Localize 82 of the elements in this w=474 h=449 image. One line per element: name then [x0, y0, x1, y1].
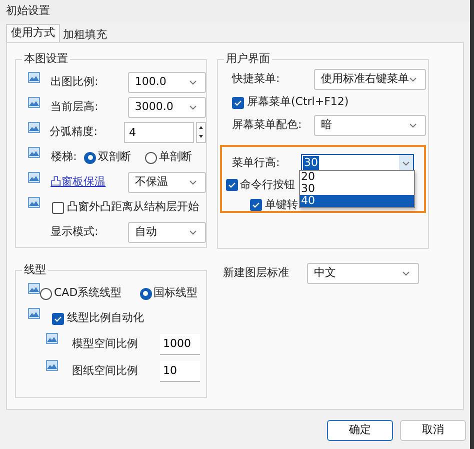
tab[interactable]: 使用方式	[6, 24, 60, 42]
dropdown-value: 100.0	[134, 74, 166, 90]
chevron-down-icon	[189, 105, 197, 110]
dropdown[interactable]: 不保温	[128, 172, 206, 193]
field-label: 显示模式:	[50, 224, 100, 240]
field-label: 单键转	[265, 196, 298, 213]
dropdown-value: 自动	[134, 224, 157, 240]
dialog-button[interactable]: 取消	[400, 420, 466, 441]
field-label: 快捷菜单:	[232, 71, 281, 88]
field-label: 双剖断	[98, 149, 131, 166]
dropdown[interactable]: 自动	[128, 222, 206, 243]
chevron-down-icon	[409, 77, 417, 82]
radio-button[interactable]	[40, 288, 52, 300]
list-option[interactable]: 30	[300, 183, 414, 195]
field-label: 单剖断	[159, 149, 192, 166]
check-icon	[54, 316, 62, 322]
checkbox[interactable]	[52, 312, 64, 324]
image-icon	[28, 147, 40, 158]
field-label: 出图比例:	[50, 74, 100, 90]
number-field[interactable]: 4	[124, 122, 194, 143]
checkbox[interactable]	[52, 202, 64, 214]
check-icon	[252, 202, 260, 208]
radio-button[interactable]	[145, 152, 157, 164]
list-option[interactable]: 40	[300, 195, 414, 207]
chevron-down-icon	[402, 271, 410, 276]
field-label: 国标线型	[154, 285, 198, 302]
dropdown-value: 不保温	[134, 174, 168, 190]
image-icon	[28, 308, 40, 319]
spin-buttons[interactable]	[196, 122, 206, 143]
check-icon	[234, 100, 242, 106]
radio-button[interactable]	[140, 288, 152, 300]
group-title: 线型	[22, 263, 48, 277]
field-label: 命令行按钮	[240, 176, 295, 193]
window-title: 初始设置	[6, 2, 50, 19]
chevron-down-icon	[402, 160, 410, 166]
dropdown[interactable]: 3000.0	[128, 97, 206, 118]
checkbox[interactable]	[232, 96, 244, 108]
checkbox[interactable]	[226, 179, 238, 191]
dropdown-value: 使用标准右键菜单	[321, 71, 409, 88]
dropdown[interactable]: 中文	[307, 263, 419, 284]
list-option[interactable]: 20	[300, 171, 414, 183]
field-label: 模型空间比例	[72, 336, 139, 352]
chevron-down-icon	[189, 230, 197, 235]
field-label: 分弧精度:	[50, 124, 98, 140]
link[interactable]: 凸窗板保温	[50, 174, 128, 191]
dropdown-value: 暗	[321, 117, 332, 134]
image-icon	[46, 333, 58, 344]
field-label: 图纸空间比例	[72, 363, 139, 380]
image-icon	[28, 283, 40, 294]
selected-text: 30	[303, 156, 319, 170]
dropdown[interactable]: 100.0	[128, 72, 206, 93]
dropdown[interactable]: 使用标准右键菜单	[314, 69, 426, 90]
field-label: 新建图层标准	[223, 265, 290, 282]
number-field[interactable]: 1000	[160, 334, 200, 355]
dropdown-value: 中文	[314, 265, 336, 282]
chevron-down-icon	[409, 123, 417, 128]
field-label: 屏幕菜单(Ctrl+F12)	[247, 94, 349, 110]
image-icon	[28, 72, 40, 83]
image-icon	[28, 97, 40, 108]
field-label: 菜单行高:	[232, 154, 281, 171]
image-icon	[28, 172, 40, 183]
dialog-button[interactable]: 确定	[327, 420, 393, 441]
group-title: 用户界面	[224, 52, 272, 66]
field-label: CAD系统线型	[54, 285, 122, 302]
number-field[interactable]: 10	[160, 361, 200, 382]
image-icon	[28, 197, 40, 208]
radio-button[interactable]	[84, 152, 96, 164]
field-label: 楼梯:	[51, 149, 78, 166]
chevron-down-icon	[189, 180, 197, 185]
field-label: 屏幕菜单配色:	[232, 117, 303, 134]
dropdown[interactable]: 暗	[314, 115, 426, 136]
chevron-down-icon	[189, 80, 197, 85]
image-icon	[46, 360, 58, 371]
field-label: 凸窗外凸距离从结构层开始	[67, 199, 199, 216]
dropdown-value: 3000.0	[134, 99, 174, 116]
check-icon	[228, 182, 236, 188]
tab[interactable]: 加粗填充	[60, 27, 110, 42]
image-icon	[28, 122, 40, 133]
field-label: 线型比例自动化	[67, 310, 144, 326]
checkbox[interactable]	[250, 199, 262, 211]
group-title: 本图设置	[22, 52, 70, 66]
field-label: 当前层高:	[50, 99, 100, 116]
